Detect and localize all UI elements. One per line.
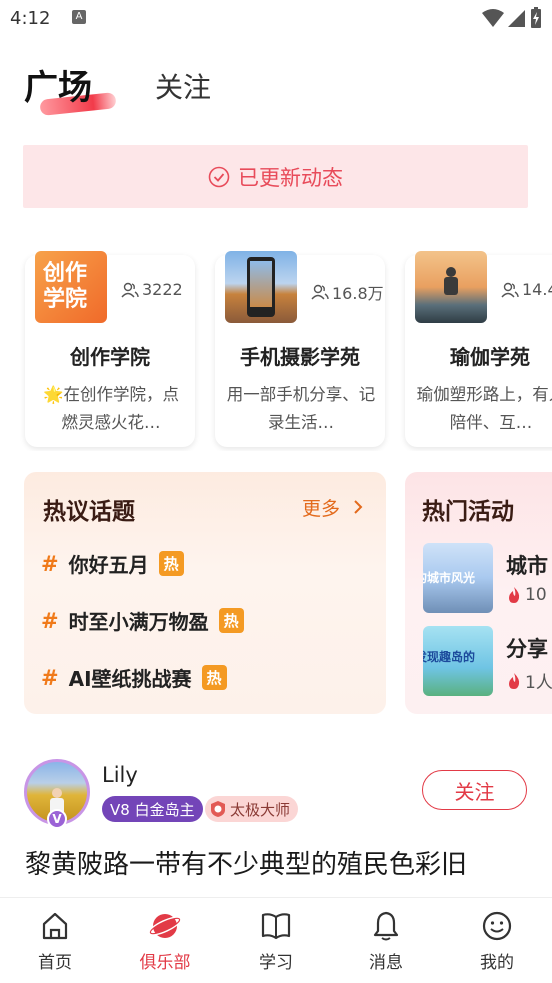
topic-item[interactable]: # 你好五月 热	[41, 549, 184, 578]
nav-study[interactable]: 学习	[241, 908, 311, 973]
hot-badge: 热	[218, 608, 244, 633]
bell-icon	[368, 908, 404, 944]
chevron-right-icon	[354, 500, 363, 514]
club-thumbnail: 创作学院	[35, 251, 107, 323]
hash-icon: #	[41, 665, 59, 690]
book-icon	[258, 908, 294, 944]
hot-activity-panel: 热门活动 的城市风光 城市 10 发现趣岛的 分享 1人	[405, 472, 552, 714]
activity-thumb-text: 发现趣岛的	[423, 650, 476, 664]
activity-stat-value: 1人	[525, 673, 552, 693]
battery-icon	[531, 7, 541, 28]
status-bar: 4:12 A	[0, 0, 552, 38]
club-thumb-text: 创作学院	[43, 261, 88, 312]
more-label: 更多	[301, 498, 340, 520]
member-count: 14.4	[501, 280, 552, 299]
members-icon	[311, 284, 329, 300]
club-name: 创作学院	[70, 345, 150, 369]
club-name: 手机摄影学苑	[240, 345, 360, 369]
notification-icon: A	[72, 10, 86, 24]
nav-label: 首页	[38, 953, 72, 973]
club-thumbnail	[415, 251, 487, 323]
hash-icon: #	[41, 551, 59, 576]
wifi-icon	[482, 9, 504, 27]
activity-thumb-text: 的城市风光	[423, 571, 476, 585]
post-text[interactable]: 黎黄陂路一带有不少典型的殖民色彩旧	[25, 844, 467, 881]
member-count: 16.8万	[311, 280, 384, 304]
tab-following[interactable]: 关注	[155, 66, 211, 106]
club-thumbnail	[225, 251, 297, 323]
tab-square[interactable]: 广场	[24, 60, 92, 109]
smiley-icon	[479, 908, 515, 944]
signal-icon	[508, 10, 525, 27]
topic-item[interactable]: # 时至小满万物盈 热	[41, 606, 244, 635]
club-card-creative[interactable]: 创作学院 3222 创作学院 🌟在创作学院，点燃灵感火花…	[25, 251, 195, 447]
nav-messages[interactable]: 消息	[351, 908, 421, 973]
check-circle-icon	[208, 166, 230, 187]
nav-me[interactable]: 我的	[462, 908, 532, 973]
nav-label: 俱乐部	[139, 953, 191, 973]
nav-label: 消息	[369, 953, 403, 973]
verified-badge: V	[47, 809, 67, 829]
follow-button[interactable]: 关注	[422, 770, 527, 810]
hash-icon: #	[41, 608, 59, 633]
activity-thumbnail[interactable]: 的城市风光	[423, 543, 493, 613]
topic-text: AI壁纸挑战赛	[68, 667, 192, 691]
member-count-value: 3222	[142, 280, 183, 299]
member-count: 3222	[121, 280, 183, 299]
more-topics-link[interactable]: 更多	[302, 494, 364, 521]
members-icon	[501, 282, 519, 297]
user-name[interactable]: Lily	[102, 763, 138, 787]
level-badge: V8 白金岛主	[102, 796, 203, 822]
club-card-photography[interactable]: 16.8万 手机摄影学苑 用一部手机分享、记录生活…	[215, 251, 385, 447]
activity-thumbnail[interactable]: 发现趣岛的	[423, 626, 493, 696]
activity-stat: 1人	[507, 668, 552, 693]
flame-icon	[509, 672, 520, 689]
club-desc: 🌟在创作学院，点燃灵感火花…	[42, 385, 180, 432]
topic-text: 你好五月	[68, 553, 149, 577]
top-tabs: 广场 关注	[24, 60, 544, 120]
club-name: 瑜伽学苑	[450, 345, 530, 369]
home-icon	[37, 908, 73, 944]
flame-icon	[509, 587, 520, 603]
members-icon	[121, 282, 139, 297]
activity-name[interactable]: 分享	[506, 633, 548, 663]
member-count-value: 14.4	[522, 280, 552, 299]
banner-text: 已更新动态	[238, 165, 343, 190]
nav-home[interactable]: 首页	[20, 908, 90, 973]
club-desc: 瑜伽塑形路上，有人陪伴、互…	[416, 385, 552, 432]
club-carousel: 创作学院 3222 创作学院 🌟在创作学院，点燃灵感火花… 16.8万 手机摄影…	[0, 251, 552, 451]
club-desc: 用一部手机分享、记录生活…	[226, 385, 376, 432]
member-count-value: 16.8万	[332, 284, 384, 303]
activity-stat-value: 10	[525, 585, 547, 605]
club-planet-icon	[147, 908, 183, 944]
topic-text: 时至小满万物盈	[68, 610, 209, 634]
nav-label: 我的	[480, 953, 514, 973]
topic-item[interactable]: # AI壁纸挑战赛 热	[41, 663, 227, 692]
taichi-badge-icon	[211, 801, 225, 817]
title-badge-text: 太极大师	[230, 800, 291, 819]
hot-badge: 热	[201, 665, 227, 690]
activity-name[interactable]: 城市	[506, 550, 548, 580]
status-time: 4:12	[10, 8, 51, 29]
nav-club[interactable]: 俱乐部	[130, 908, 200, 973]
activity-stat: 10	[507, 585, 547, 605]
nav-label: 学习	[259, 953, 293, 973]
club-card-yoga[interactable]: 14.4 瑜伽学苑 瑜伽塑形路上，有人陪伴、互…	[405, 251, 552, 447]
hot-activity-title: 热门活动	[422, 499, 514, 525]
hot-topics-panel: 热议话题 更多 # 你好五月 热 # 时至小满万物盈 热 # AI壁纸挑战赛 热	[24, 472, 386, 714]
bottom-nav: 首页 俱乐部 学习 消息 我的	[0, 897, 552, 983]
update-banner: 已更新动态	[23, 145, 528, 208]
title-badge: 太极大师	[205, 796, 299, 822]
hot-badge: 热	[158, 551, 184, 576]
hot-topics-title: 热议话题	[43, 499, 135, 525]
feed-post: V Lily V8 白金岛主 太极大师 关注 黎黄陂路一带有不少典型的殖民色彩旧	[0, 756, 552, 896]
status-icons	[482, 7, 542, 29]
